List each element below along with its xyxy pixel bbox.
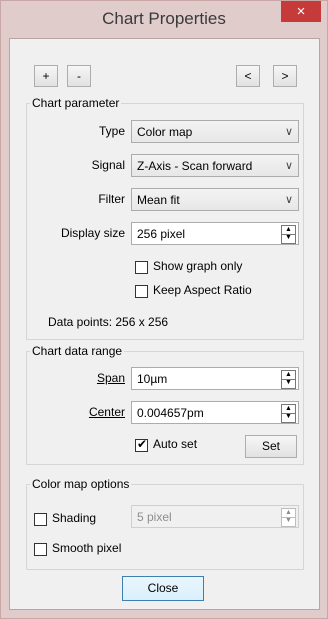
set-button-label: Set bbox=[261, 439, 280, 453]
set-button[interactable]: Set bbox=[245, 435, 297, 458]
data-points-text: Data points: 256 x 256 bbox=[48, 315, 169, 329]
chevron-right-icon: > bbox=[281, 69, 289, 83]
display-size-field[interactable]: 256 pixel ▲ ▼ bbox=[131, 222, 299, 245]
close-window-button[interactable]: × bbox=[281, 1, 321, 22]
filter-value: Mean fit bbox=[137, 193, 180, 207]
span-stepper[interactable]: ▲ ▼ bbox=[281, 370, 296, 389]
chart-properties-window: Chart Properties × + - < > Chart paramet… bbox=[0, 0, 328, 619]
type-value: Color map bbox=[137, 125, 193, 139]
display-size-stepper[interactable]: ▲ ▼ bbox=[281, 225, 296, 244]
show-graph-only-checkbox[interactable] bbox=[135, 261, 148, 274]
show-graph-only-label[interactable]: Show graph only bbox=[153, 259, 242, 273]
chart-data-range-title: Chart data range bbox=[30, 344, 125, 358]
dialog-body: + - < > Chart parameter Type Color map ∨… bbox=[9, 38, 320, 610]
signal-label: Signal bbox=[91, 158, 125, 172]
auto-set-checkbox[interactable]: ✔ bbox=[135, 437, 148, 452]
signal-value: Z-Axis - Scan forward bbox=[137, 159, 253, 173]
chart-parameter-title: Chart parameter bbox=[30, 96, 122, 110]
smooth-pixel-checkbox[interactable] bbox=[34, 543, 47, 556]
plus-icon: + bbox=[42, 69, 50, 83]
type-label: Type bbox=[98, 124, 125, 138]
keep-aspect-ratio-checkbox[interactable] bbox=[135, 285, 148, 298]
center-field[interactable]: 0.004657pm ▲ ▼ bbox=[131, 401, 299, 424]
shading-checkbox[interactable] bbox=[34, 513, 47, 526]
checkmark-icon: ✔ bbox=[137, 437, 148, 451]
smooth-pixel-label[interactable]: Smooth pixel bbox=[52, 541, 121, 555]
close-button-label: Close bbox=[147, 581, 179, 595]
keep-aspect-ratio-label[interactable]: Keep Aspect Ratio bbox=[153, 283, 252, 297]
minus-icon: - bbox=[77, 69, 81, 83]
arrow-down-icon[interactable]: ▼ bbox=[282, 234, 295, 242]
chevron-down-icon: ∨ bbox=[284, 160, 293, 172]
chevron-down-icon: ∨ bbox=[284, 126, 293, 138]
shading-size-stepper[interactable]: ▲ ▼ bbox=[281, 508, 296, 527]
close-button[interactable]: Close bbox=[122, 576, 204, 601]
arrow-down-icon[interactable]: ▼ bbox=[282, 517, 295, 525]
add-chart-button[interactable]: + bbox=[34, 65, 58, 87]
shading-size-value: 5 pixel bbox=[137, 510, 172, 524]
window-title: Chart Properties bbox=[102, 9, 226, 28]
arrow-down-icon[interactable]: ▼ bbox=[282, 413, 295, 421]
center-stepper[interactable]: ▲ ▼ bbox=[281, 404, 296, 423]
previous-chart-button[interactable]: < bbox=[236, 65, 260, 87]
span-value: 10µm bbox=[137, 372, 168, 386]
type-select[interactable]: Color map ∨ bbox=[131, 120, 299, 143]
display-size-value: 256 pixel bbox=[137, 227, 186, 241]
remove-chart-button[interactable]: - bbox=[67, 65, 91, 87]
title-bar[interactable]: Chart Properties × bbox=[1, 1, 327, 38]
signal-select[interactable]: Z-Axis - Scan forward ∨ bbox=[131, 154, 299, 177]
center-value: 0.004657pm bbox=[137, 406, 204, 420]
filter-select[interactable]: Mean fit ∨ bbox=[131, 188, 299, 211]
span-label: Span bbox=[96, 371, 125, 385]
chevron-down-icon: ∨ bbox=[284, 194, 293, 206]
filter-label: Filter bbox=[98, 192, 125, 206]
close-icon: × bbox=[296, 3, 306, 20]
shading-size-field[interactable]: 5 pixel ▲ ▼ bbox=[131, 505, 299, 528]
color-map-options-title: Color map options bbox=[30, 477, 132, 491]
next-chart-button[interactable]: > bbox=[273, 65, 297, 87]
arrow-down-icon[interactable]: ▼ bbox=[282, 379, 295, 387]
span-field[interactable]: 10µm ▲ ▼ bbox=[131, 367, 299, 390]
display-size-label: Display size bbox=[60, 226, 125, 240]
chevron-left-icon: < bbox=[244, 69, 252, 83]
center-label: Center bbox=[88, 405, 125, 419]
shading-label[interactable]: Shading bbox=[52, 511, 96, 525]
auto-set-label[interactable]: Auto set bbox=[153, 437, 197, 451]
